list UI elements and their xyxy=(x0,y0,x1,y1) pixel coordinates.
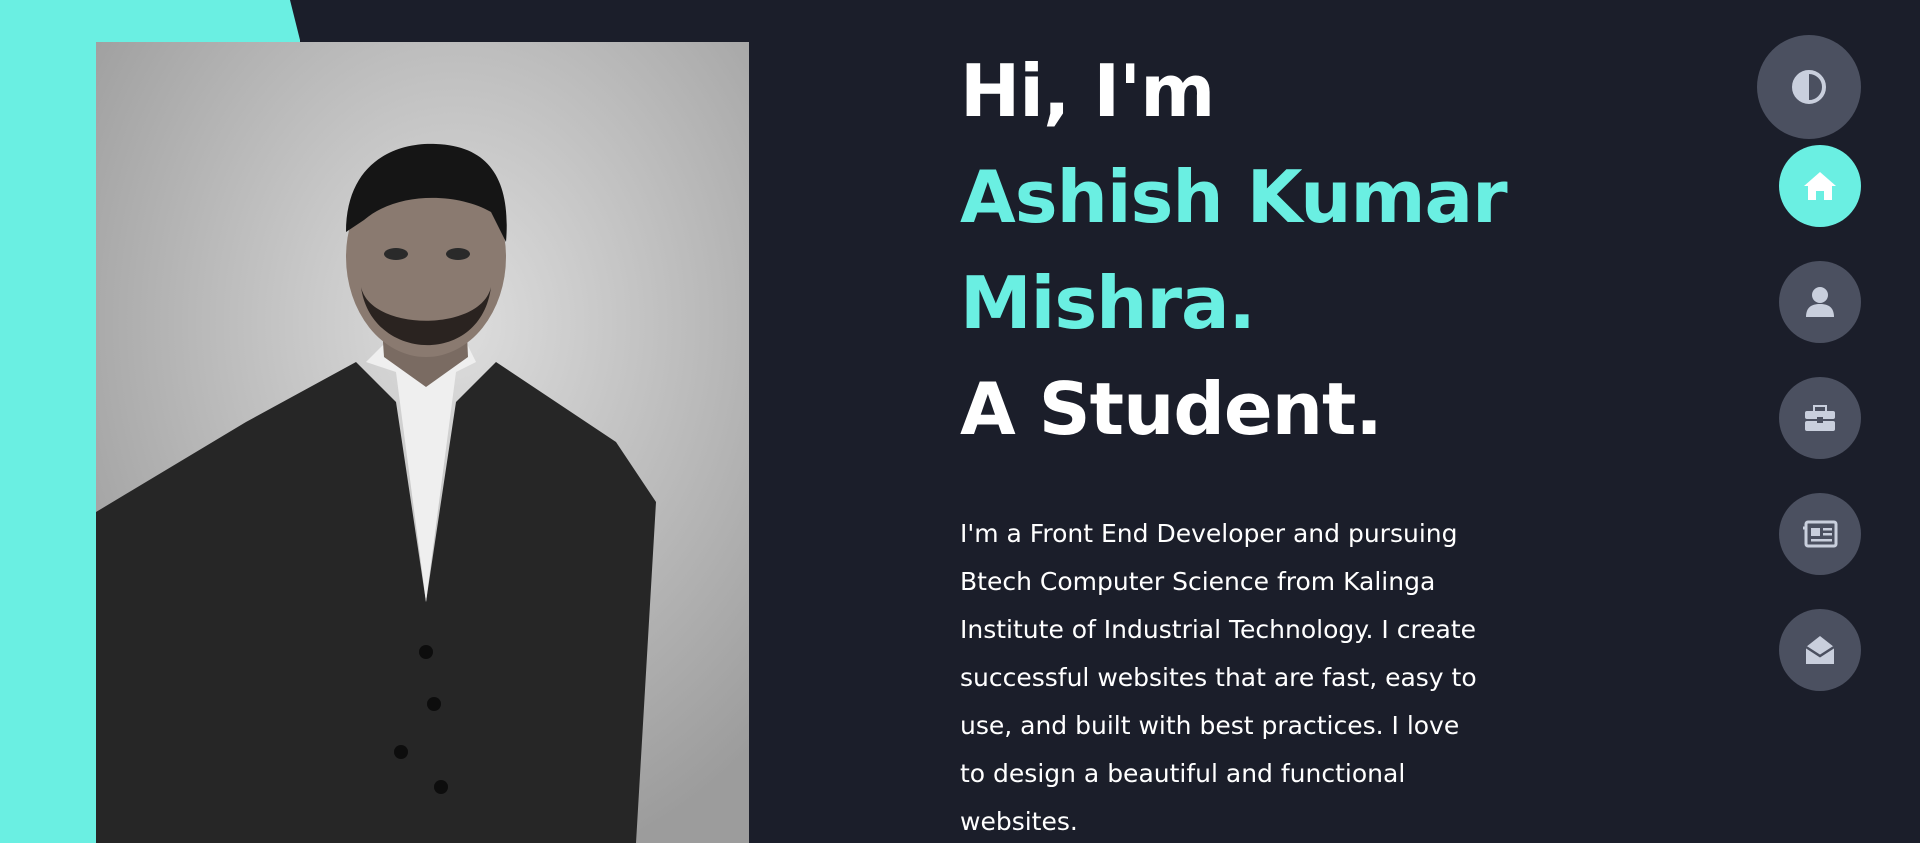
name-line-2: Mishra. xyxy=(960,261,1256,345)
greeting-heading: Hi, I'm xyxy=(960,49,1215,133)
nav-contact-button[interactable] xyxy=(1779,609,1861,691)
briefcase-icon xyxy=(1804,404,1836,432)
theme-toggle-button[interactable] xyxy=(1757,35,1861,139)
envelope-open-icon xyxy=(1804,634,1836,666)
nav-about-button[interactable] xyxy=(1779,261,1861,343)
nav-blog-button[interactable] xyxy=(1779,493,1861,575)
role-heading: A Student. xyxy=(960,367,1383,451)
nav-portfolio-button[interactable] xyxy=(1779,377,1861,459)
hero-section: Hi, I'm Ashish Kumar Mishra. A Student. … xyxy=(960,38,1520,843)
user-icon xyxy=(1805,286,1835,318)
nav-home-button[interactable] xyxy=(1779,145,1861,227)
profile-photo xyxy=(96,42,749,843)
newspaper-icon xyxy=(1802,520,1838,548)
home-icon xyxy=(1802,170,1838,202)
side-nav xyxy=(1779,145,1863,725)
bio-paragraph: I'm a Front End Developer and pursuing B… xyxy=(960,519,1477,836)
contrast-icon xyxy=(1789,67,1829,107)
name-line-1: Ashish Kumar xyxy=(960,155,1508,239)
